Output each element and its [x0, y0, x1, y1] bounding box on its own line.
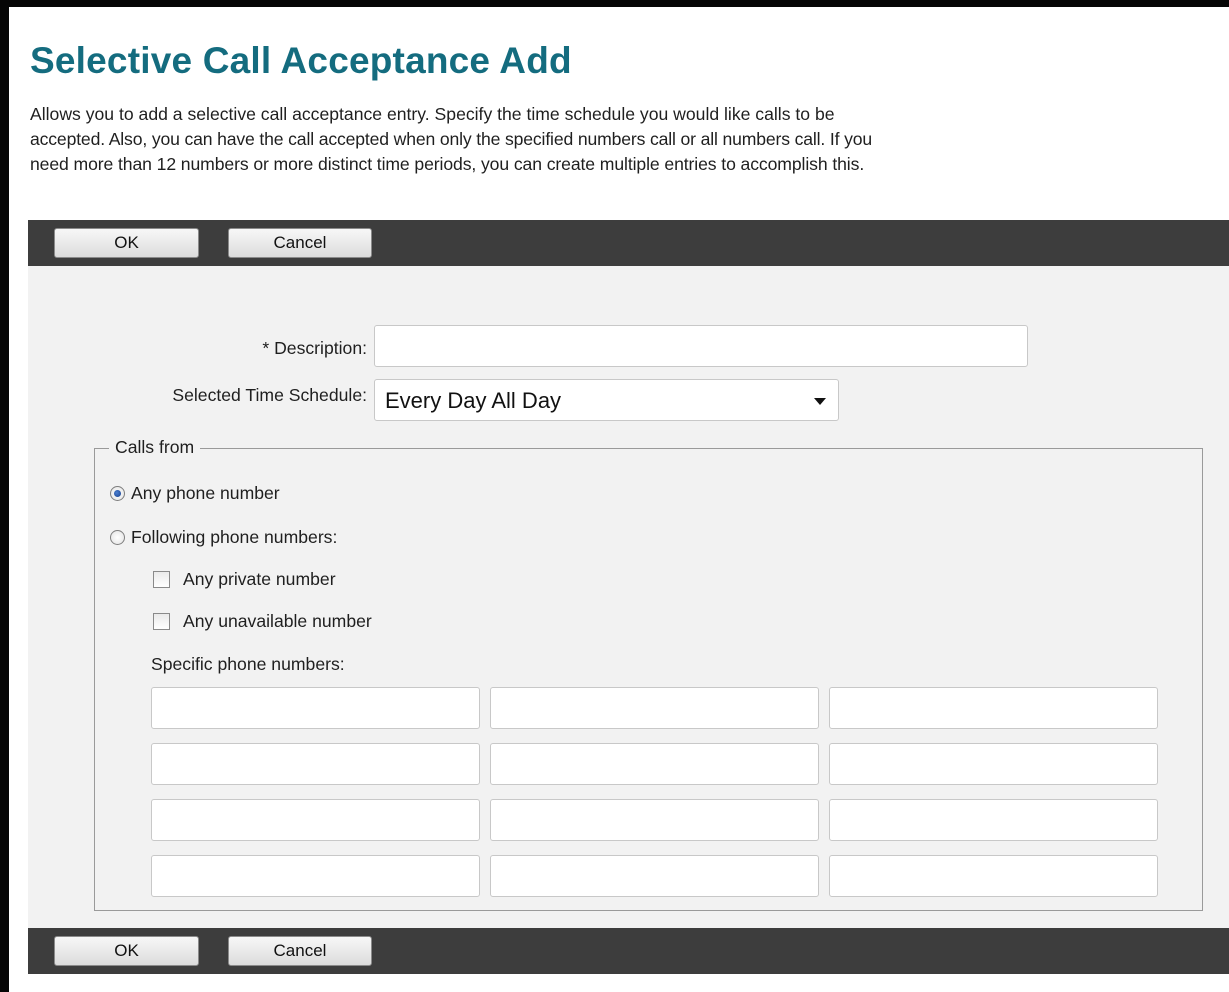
description-label: * Description: [262, 338, 367, 358]
phone-number-input-5[interactable] [490, 743, 819, 785]
phone-number-input-9[interactable] [829, 799, 1158, 841]
page-description: Allows you to add a selective call accep… [30, 102, 1226, 177]
phone-number-input-1[interactable] [151, 687, 480, 729]
cancel-button[interactable]: Cancel [228, 936, 372, 966]
any-unavailable-number-checkbox[interactable] [153, 613, 170, 630]
any-phone-number-label: Any phone number [131, 483, 280, 503]
any-unavailable-number-label: Any unavailable number [183, 611, 372, 631]
phone-number-input-7[interactable] [151, 799, 480, 841]
ok-button[interactable]: OK [54, 228, 199, 258]
top-toolbar: OK Cancel [28, 220, 1229, 266]
any-private-number-label: Any private number [183, 569, 336, 589]
any-phone-number-option[interactable]: Any phone number [110, 483, 280, 504]
window-frame-top [0, 0, 1229, 7]
cancel-button[interactable]: Cancel [228, 228, 372, 258]
phone-number-input-3[interactable] [829, 687, 1158, 729]
ok-button[interactable]: OK [54, 936, 199, 966]
phone-number-input-6[interactable] [829, 743, 1158, 785]
any-phone-number-radio[interactable] [110, 486, 125, 501]
dropdown-arrow-icon [814, 398, 826, 405]
page-description-line: need more than 12 numbers or more distin… [30, 154, 865, 174]
any-private-number-option[interactable]: Any private number [153, 569, 336, 590]
page-description-line: Allows you to add a selective call accep… [30, 104, 835, 124]
time-schedule-value: Every Day All Day [385, 388, 562, 413]
form-panel: * Description: Selected Time Schedule: E… [28, 266, 1229, 928]
calls-from-legend: Calls from [109, 437, 201, 458]
calls-from-group: Calls from Any phone number Following ph… [94, 437, 1203, 911]
phone-number-input-12[interactable] [829, 855, 1158, 897]
phone-number-input-8[interactable] [490, 799, 819, 841]
following-phone-numbers-radio[interactable] [110, 530, 125, 545]
following-phone-numbers-option[interactable]: Following phone numbers: [110, 527, 337, 548]
phone-number-input-4[interactable] [151, 743, 480, 785]
phone-number-input-11[interactable] [490, 855, 819, 897]
phone-number-input-10[interactable] [151, 855, 480, 897]
page-title: Selective Call Acceptance Add [30, 40, 572, 81]
bottom-toolbar: OK Cancel [28, 928, 1229, 974]
time-schedule-label: Selected Time Schedule: [172, 385, 367, 405]
any-unavailable-number-option[interactable]: Any unavailable number [153, 611, 372, 632]
time-schedule-select[interactable]: Every Day All Day [374, 379, 839, 421]
phone-number-input-2[interactable] [490, 687, 819, 729]
specific-phone-numbers-label: Specific phone numbers: [151, 654, 345, 674]
window-frame-left [0, 0, 9, 992]
following-phone-numbers-label: Following phone numbers: [131, 527, 338, 547]
page-description-line: accepted. Also, you can have the call ac… [30, 129, 873, 149]
any-private-number-checkbox[interactable] [153, 571, 170, 588]
description-input[interactable] [374, 325, 1028, 367]
